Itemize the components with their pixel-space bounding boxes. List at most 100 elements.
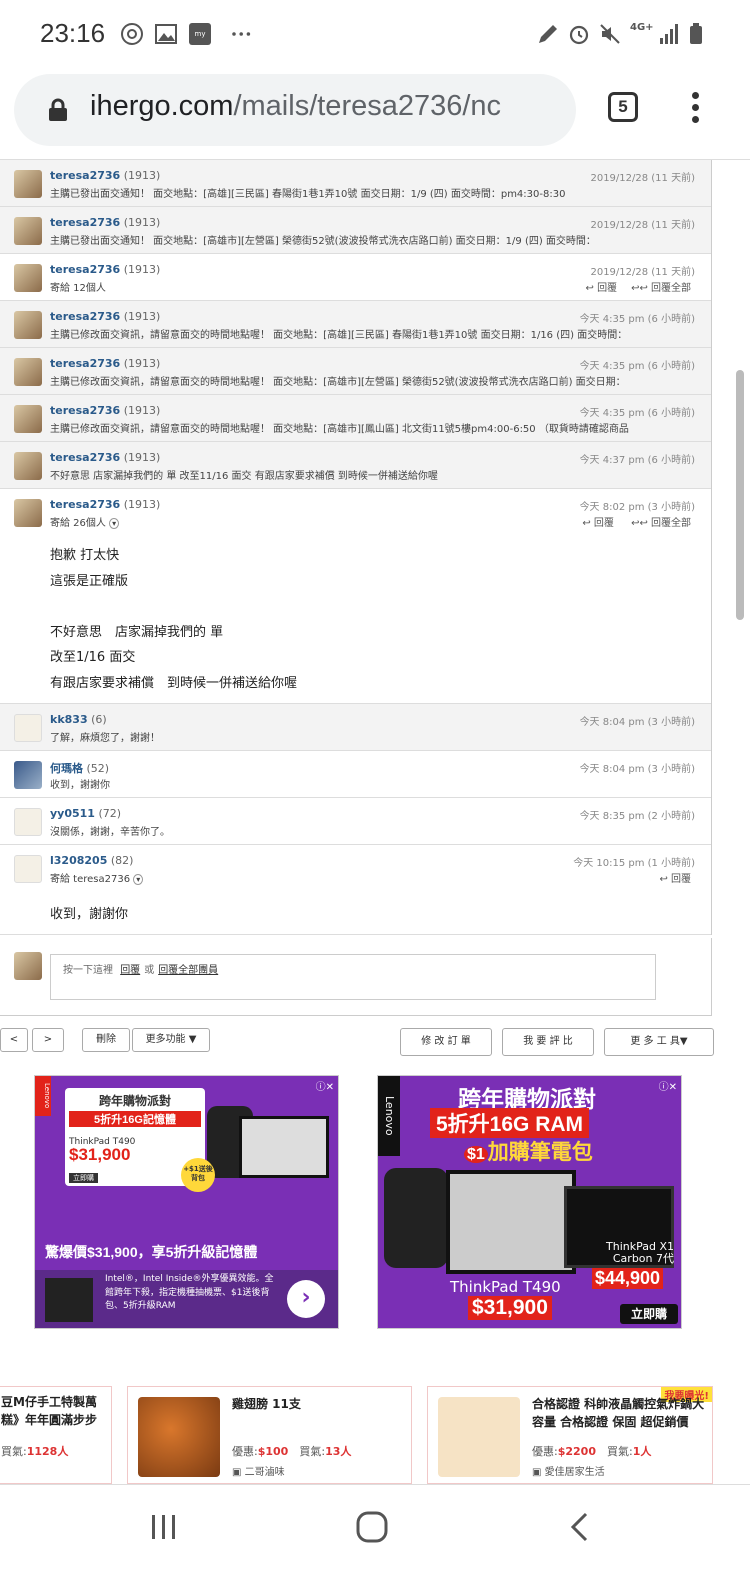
tab-switcher-button[interactable]: 5 [608, 92, 638, 122]
message-actions: ↩ 回覆 ↩↩ 回覆全部 [568, 514, 691, 529]
message-line: 改至1/16 面交 [50, 650, 136, 665]
avatar [14, 808, 42, 836]
message-actions: ↩ 回覆 ↩↩ 回覆全部 [572, 279, 692, 294]
sender[interactable]: teresa2736 (1913) [50, 357, 160, 370]
chicken-wings-image [138, 1397, 220, 1477]
ad-banner-text: 驚爆價$31,900，享5折升級記憶體 [45, 1244, 258, 1260]
chrome-icon [121, 23, 143, 45]
more-functions-button[interactable]: 更多功能 ▼ [132, 1028, 210, 1052]
message-row[interactable]: 何瑪格 (52) 收到，謝謝你 今天 8:04 pm (3 小時前) [0, 751, 711, 798]
message-row[interactable]: teresa2736 (1913) 主購已修改面交資訊，請留意面交的時間地點喔！ … [0, 301, 711, 348]
message-date: 今天 10:15 pm (1 小時前) [573, 858, 695, 869]
home-icon[interactable] [354, 1509, 390, 1545]
message-thread: teresa2736 (1913) 主購已發出面交通知！ 面交地點：[高雄][三民… [0, 160, 712, 935]
avatar [14, 499, 42, 527]
ad-next-arrow-icon[interactable]: › [287, 1280, 325, 1318]
next-button[interactable]: > [32, 1028, 64, 1052]
reply-link[interactable]: ↩ 回覆 [582, 518, 614, 529]
sender[interactable]: yy0511 (72) [50, 807, 121, 820]
message-row[interactable]: teresa2736 (1913) 主購已修改面交資訊，請留意面交的時間地點喔！ … [0, 395, 711, 442]
gift-badge: +$1送後背包 [181, 1158, 215, 1192]
page-scrollbar[interactable] [736, 370, 744, 620]
reply-all-link[interactable]: ↩↩ 回覆全部 [631, 518, 691, 529]
expanded-message-last: l3208205 (82) 寄給 teresa2736 ▾ 今天 10:15 p… [0, 845, 711, 935]
shop-card-3[interactable]: 我要曝光! 合格認證 科帥液晶觸控氣炸鍋大容量 合格認證 保固 超促銷價 優惠:… [427, 1386, 713, 1484]
message-row[interactable]: teresa2736 (1913) 主購已修改面交資訊，請留意面交的時間地點喔！ … [0, 348, 711, 395]
lenovo-logo: Lenovo [35, 1076, 51, 1116]
sender[interactable]: l3208205 (82) [50, 854, 133, 867]
shop-card-1[interactable]: 豆M仔手工特製萬糕》年年圓滿步步 買氣:1128人 [0, 1386, 112, 1484]
message-row[interactable]: teresa2736 (1913) 不好意思 店家漏掉我們的 單 改至11/16 … [0, 442, 711, 489]
reply-link[interactable]: 回覆 [120, 965, 140, 976]
message-snippet: 主購已修改面交資訊，請留意面交的時間地點喔！ 面交地點：[高雄市][鳳山區] 北… [50, 424, 629, 435]
sender[interactable]: teresa2736 (1913) [50, 404, 160, 417]
ad-info-icon[interactable]: ⓘ✕ [316, 1078, 334, 1093]
sender[interactable]: teresa2736 (1913) [50, 310, 160, 323]
ad-info-icon[interactable]: ⓘ✕ [659, 1078, 677, 1093]
avatar [14, 358, 42, 386]
reply-input[interactable]: 按一下這裡 回覆或回覆全部團員 [50, 954, 656, 1000]
address-bar[interactable]: ihergo.com/mails/teresa2736/nc [14, 74, 576, 146]
sender[interactable]: teresa2736 (1913) [50, 498, 160, 511]
avatar [14, 761, 42, 789]
message-snippet: 收到，謝謝你 [50, 780, 110, 791]
avatar [14, 264, 42, 292]
gallery-icon [155, 24, 177, 44]
lenovo-ad-2[interactable]: Lenovo ⓘ✕ 跨年購物派對 5折升16G RAM $1 加購筆電包 Thin… [377, 1075, 682, 1329]
reply-link[interactable]: ↩ 回覆 [659, 870, 691, 885]
sender[interactable]: teresa2736 (1913) [50, 216, 160, 229]
expanded-message: teresa2736 (1913) 寄給 26個人 ▾ 今天 8:02 pm (… [0, 489, 711, 704]
reply-all-members-link[interactable]: 回覆全部團員 [158, 965, 218, 976]
ad-thumbnail [45, 1278, 93, 1322]
sender[interactable]: 何瑪格 (52) [50, 760, 109, 776]
lock-icon [49, 98, 67, 121]
message-row[interactable]: teresa2736 (1913) 主購已發出面交通知！ 面交地點：[高雄市][左… [0, 207, 711, 254]
more-tools-button[interactable]: 更 多 工 具▼ [604, 1028, 714, 1056]
lenovo-ad-1[interactable]: Lenovo ⓘ✕ 跨年購物派對 5折升16G記憶體 ThinkPad T490… [34, 1075, 339, 1329]
edit-order-button[interactable]: 修 改 訂 單 [400, 1028, 492, 1056]
laptop-image [446, 1170, 576, 1274]
recipients[interactable]: 寄給 teresa2736 ▾ [50, 870, 700, 885]
status-bar: 23:16 my 4G+ [0, 0, 750, 68]
message-body: 抱歉 打太快 這張是正確版 不好意思 店家漏掉我們的 單改至1/16 面交 有跟店家要… [0, 533, 297, 696]
message-row[interactable]: teresa2736 (1913) 主購已發出面交通知！ 面交地點：[高雄][三民… [0, 160, 711, 207]
reply-area: 按一下這裡 回覆或回覆全部團員 [0, 938, 712, 1016]
shop-card-2[interactable]: 雞翅膀 11支 優惠:$100 買氣:13人 ▣ 二哥滷味 [127, 1386, 412, 1484]
delete-button[interactable]: 刪除 [82, 1028, 130, 1052]
message-line: 不好意思 店家漏掉我們的 單 [50, 624, 224, 640]
mute-icon [600, 24, 620, 44]
message-date: 今天 8:04 pm (3 小時前) [579, 717, 695, 728]
message-line [50, 594, 297, 620]
ad-footer: Intel®，Intel Inside®外享優異效能。全館跨年下殺，指定機種抽機… [35, 1270, 338, 1328]
avatar [14, 170, 42, 198]
message-date: 今天 4:35 pm (6 小時前) [579, 314, 695, 325]
sender[interactable]: kk833 (6) [50, 713, 107, 726]
signal-icon [660, 24, 678, 44]
message-date: 2019/12/28 (11 天前) [590, 220, 695, 231]
url-text: ihergo.com/mails/teresa2736/nc [90, 90, 502, 122]
message-snippet: 主購已發出面交通知！ 面交地點：[高雄市][左營區] 榮德街52號(波波投幣式洗… [50, 236, 596, 247]
message-row[interactable]: kk833 (6) 了解，麻煩您了，謝謝！ 今天 8:04 pm (3 小時前) [0, 704, 711, 751]
more-notifications-icon [232, 32, 251, 36]
message-row[interactable]: yy0511 (72) 沒關係，謝謝，辛苦你了。 今天 8:35 pm (2 小時前… [0, 798, 711, 845]
rate-button[interactable]: 我 要 評 比 [502, 1028, 594, 1056]
alarm-icon [569, 25, 589, 45]
sender[interactable]: teresa2736 (1913) [50, 169, 160, 182]
browser-menu-icon[interactable] [692, 92, 700, 128]
avatar [14, 952, 42, 980]
network-type: 4G+ [630, 22, 654, 33]
message-line: 抱歉 打太快 [50, 548, 120, 563]
buy-now-button[interactable]: 立即購 [620, 1304, 678, 1324]
prev-button[interactable]: < [0, 1028, 28, 1052]
reply-link[interactable]: ↩ 回覆 [586, 283, 618, 294]
air-fryer-image [438, 1397, 520, 1477]
sender[interactable]: teresa2736 (1913) [50, 451, 160, 464]
message-date: 今天 8:04 pm (3 小時前) [579, 764, 695, 775]
sender[interactable]: teresa2736 (1913) [50, 263, 160, 276]
message-row[interactable]: teresa2736 (1913) 寄給 12個人 2019/12/28 (11 天… [0, 254, 711, 301]
recent-apps-icon[interactable] [148, 1511, 180, 1543]
message-snippet: 主購已修改面交資訊，請留意面交的時間地點喔！ 面交地點：[高雄][三民區] 春陽… [50, 330, 628, 341]
back-icon[interactable] [566, 1511, 594, 1543]
reply-all-link[interactable]: ↩↩ 回覆全部 [631, 283, 691, 294]
message-date: 今天 4:35 pm (6 小時前) [579, 408, 695, 419]
